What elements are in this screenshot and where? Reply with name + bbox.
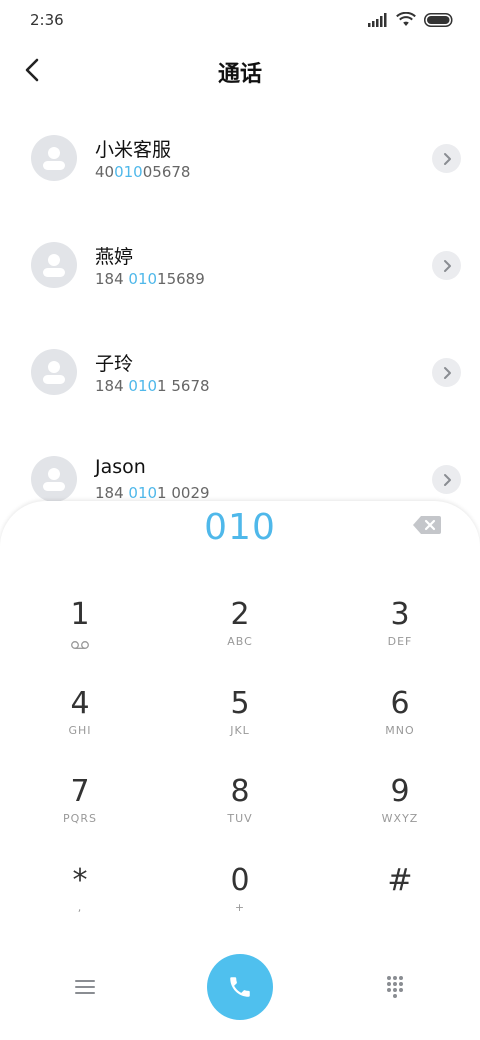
contact-name: 子玲 (95, 353, 134, 375)
key-digit: 4 (70, 686, 90, 721)
dialed-number: 010 (204, 507, 276, 548)
key-digit: 6 (390, 686, 410, 721)
menu-icon (75, 980, 95, 994)
key-letters: GHI (68, 724, 92, 737)
key-3[interactable]: 3 DEF (340, 597, 460, 677)
chevron-right-icon (443, 473, 451, 486)
signal-icon (368, 12, 387, 27)
chevron-right-icon (443, 366, 451, 379)
key-2[interactable]: 2 ABC (180, 597, 300, 677)
avatar (31, 349, 77, 395)
contact-name: Jason (95, 456, 146, 478)
key-digit: 3 (390, 597, 410, 632)
key-letters: DEF (387, 635, 413, 648)
status-time: 2:36 (30, 11, 64, 29)
key-7[interactable]: 7 PQRS (20, 774, 140, 854)
contact-detail-button[interactable] (432, 465, 461, 494)
header: 通话 (0, 42, 480, 98)
key-digit: 8 (230, 774, 250, 809)
chevron-right-icon (443, 259, 451, 272)
contact-row[interactable]: 子玲 184 0101 5678 (0, 319, 480, 426)
key-letters: TUV (227, 812, 253, 825)
key-4[interactable]: 4 GHI (20, 686, 140, 766)
contact-list: 小米客服 4001005678 燕婷 184 01015689 子玲 184 0… (0, 105, 480, 505)
contact-number: 184 01015689 (95, 270, 205, 288)
key-star[interactable]: * , (20, 863, 140, 943)
key-digit: 7 (70, 774, 90, 809)
avatar (31, 456, 77, 502)
contact-row[interactable]: 燕婷 184 01015689 (0, 212, 480, 319)
contact-row[interactable]: Jason 184 0101 0029 (0, 426, 480, 505)
backspace-button[interactable] (412, 515, 444, 537)
contact-detail-button[interactable] (432, 144, 461, 173)
person-icon (43, 361, 65, 384)
key-digit: 2 (230, 597, 250, 632)
key-hash[interactable]: # (340, 863, 460, 943)
key-letters: PQRS (63, 812, 97, 825)
key-letters: WXYZ (381, 812, 419, 825)
person-icon (43, 147, 65, 170)
key-letters: , (77, 901, 83, 914)
person-icon (43, 254, 65, 277)
key-9[interactable]: 9 WXYZ (340, 774, 460, 854)
key-digit: 1 (70, 597, 90, 632)
avatar (31, 242, 77, 288)
keypad-toggle-button[interactable] (378, 970, 412, 1004)
key-letters: ABC (227, 635, 253, 648)
avatar (31, 135, 77, 181)
key-digit: * (72, 863, 88, 898)
key-8[interactable]: 8 TUV (180, 774, 300, 854)
key-1[interactable]: 1 (20, 597, 140, 677)
contact-name: 燕婷 (95, 246, 134, 268)
wifi-icon (396, 12, 416, 26)
menu-button[interactable] (68, 972, 102, 1002)
contact-row[interactable]: 小米客服 4001005678 (0, 105, 480, 212)
key-digit: 0 (230, 863, 250, 898)
key-digit: # (387, 863, 413, 898)
status-bar: 2:36 (0, 0, 480, 42)
contact-name: 小米客服 (95, 139, 172, 161)
call-button[interactable] (207, 954, 273, 1020)
phone-icon (230, 977, 250, 997)
key-letters: MNO (385, 724, 415, 737)
keypad-icon (387, 976, 403, 998)
bottom-bar (0, 952, 480, 1022)
key-digit: 5 (230, 686, 250, 721)
page-title: 通话 (217, 62, 262, 87)
key-digit: 9 (390, 774, 410, 809)
key-6[interactable]: 6 MNO (340, 686, 460, 766)
key-5[interactable]: 5 JKL (180, 686, 300, 766)
person-icon (43, 468, 65, 491)
key-letters: JKL (230, 724, 250, 737)
key-0[interactable]: 0 + (180, 863, 300, 943)
key-letters: + (234, 901, 246, 914)
status-icons (368, 12, 454, 27)
battery-icon (424, 12, 453, 27)
chevron-right-icon (443, 152, 451, 165)
backspace-icon (413, 516, 441, 534)
contact-number: 4001005678 (95, 163, 191, 181)
contact-number: 184 0101 0029 (95, 484, 210, 502)
contact-detail-button[interactable] (432, 358, 461, 387)
contact-detail-button[interactable] (432, 251, 461, 280)
contact-number: 184 0101 5678 (95, 377, 210, 395)
voicemail-icon (20, 635, 140, 649)
